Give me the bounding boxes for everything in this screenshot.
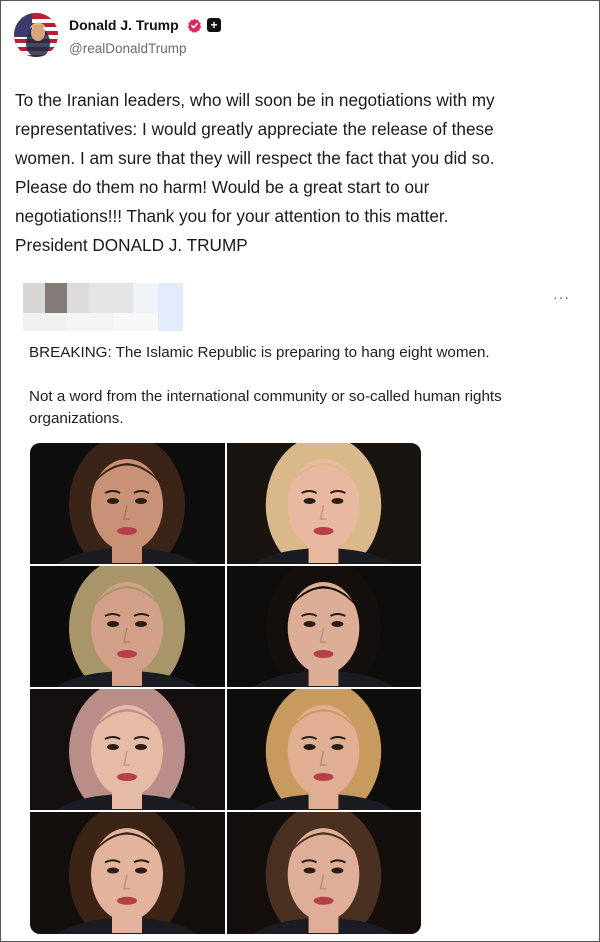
- portrait-image: [30, 812, 225, 934]
- portrait-photo[interactable]: [30, 566, 225, 687]
- portrait-photo[interactable]: [227, 812, 421, 934]
- post-text-line: representatives: I would greatly appreci…: [15, 119, 494, 139]
- portrait-photo[interactable]: [30, 443, 225, 564]
- portrait-photo[interactable]: [30, 812, 225, 934]
- portrait-photo[interactable]: [227, 566, 421, 687]
- photo-grid[interactable]: [30, 443, 421, 934]
- portrait-image: [227, 812, 421, 934]
- portrait-image: [227, 443, 421, 564]
- portrait-photo[interactable]: [227, 443, 421, 564]
- author-handle[interactable]: @realDonaldTrump: [69, 41, 187, 56]
- author-name[interactable]: Donald J. Trump: [69, 17, 179, 33]
- portrait-photo[interactable]: [227, 689, 421, 810]
- more-options-icon[interactable]: ···: [553, 289, 570, 305]
- post-text-line: women. I am sure that they will respect …: [15, 148, 495, 168]
- verified-badge-icon: [187, 18, 202, 33]
- portrait-image: [30, 443, 225, 564]
- post-text-line: President DONALD J. TRUMP: [15, 235, 248, 255]
- blurred-username: [23, 283, 183, 331]
- portrait-photo[interactable]: [30, 689, 225, 810]
- portrait-image: [227, 689, 421, 810]
- portrait-image: [30, 689, 225, 810]
- portrait-image: [30, 566, 225, 687]
- embedded-post-headline: BREAKING: The Islamic Republic is prepar…: [29, 344, 490, 361]
- portrait-image: [227, 566, 421, 687]
- post-card: Donald J. Trump + @realDonaldTrump To th…: [0, 0, 600, 942]
- post-text-line: Please do them no harm! Would be a great…: [15, 177, 430, 197]
- embedded-post-text: Not a word from the international commun…: [29, 388, 502, 427]
- avatar[interactable]: [14, 13, 58, 57]
- plus-icon[interactable]: +: [207, 18, 221, 32]
- post-text-line: To the Iranian leaders, who will soon be…: [15, 90, 495, 110]
- post-text: To the Iranian leaders, who will soon be…: [15, 86, 590, 260]
- post-text-line: negotiations!!! Thank you for your atten…: [15, 206, 449, 226]
